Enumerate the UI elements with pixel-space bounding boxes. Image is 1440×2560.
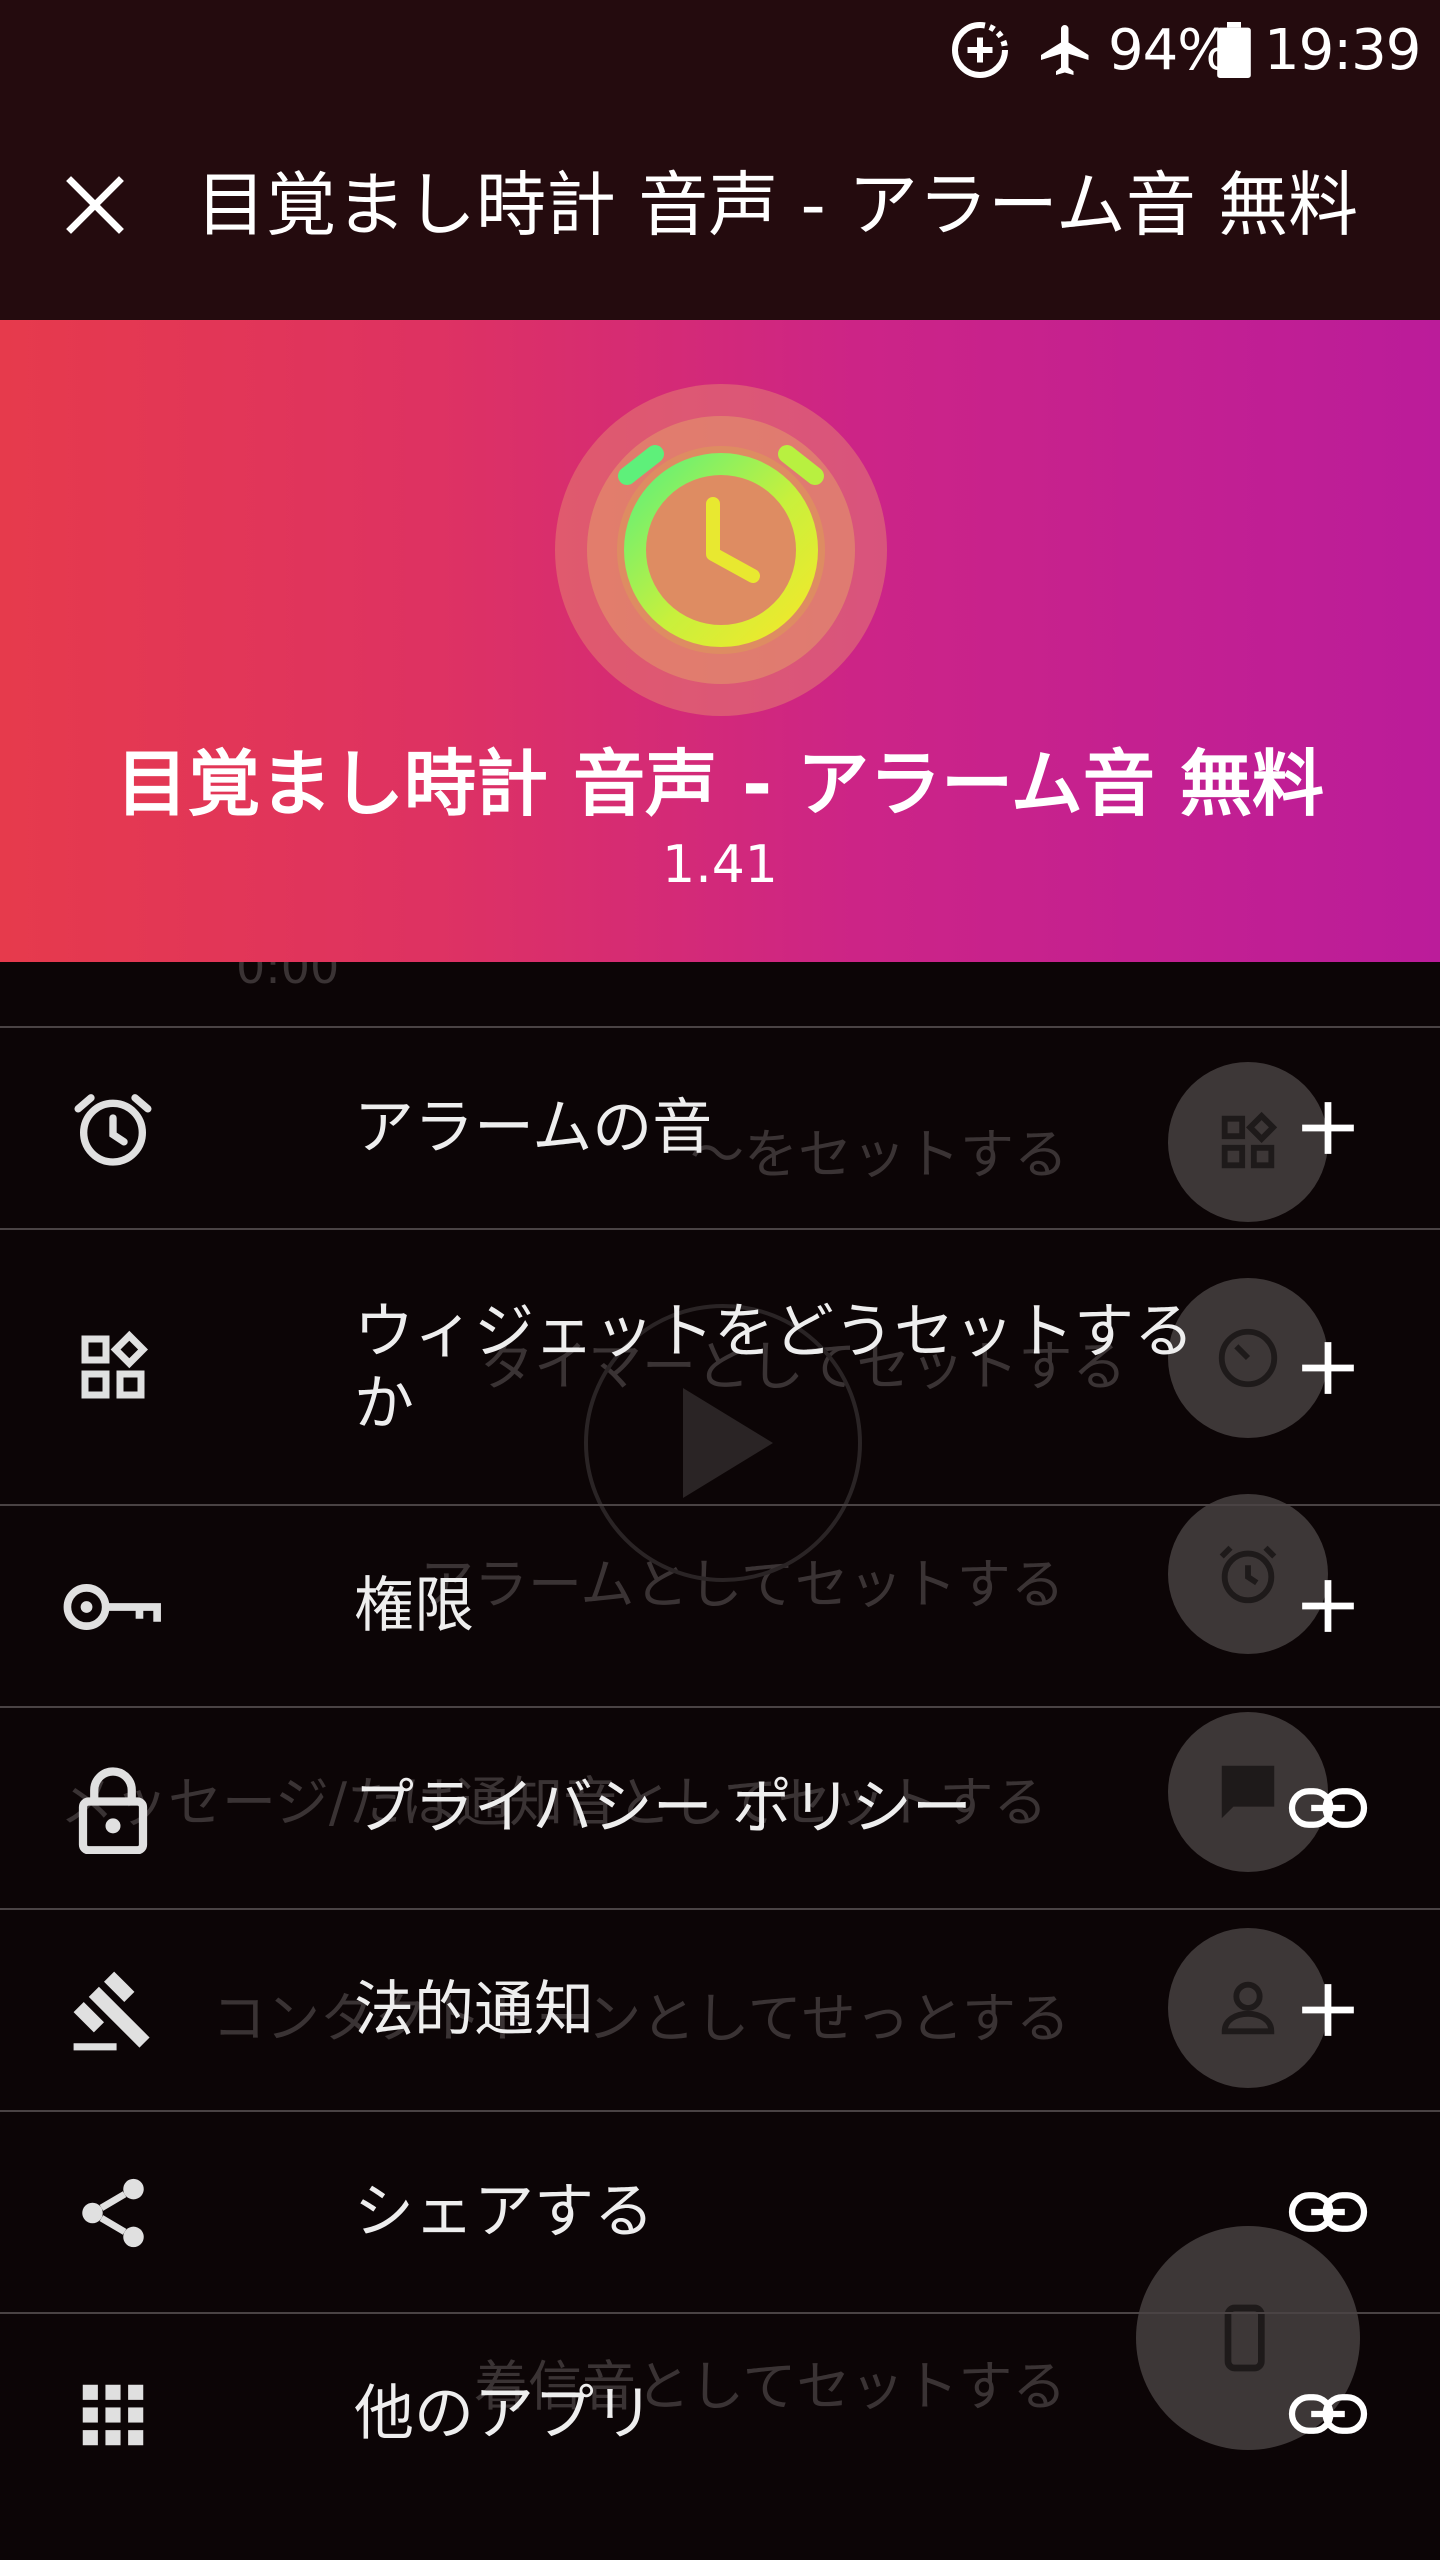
alarm-icon [58, 1074, 168, 1184]
airplane-mode-icon [1036, 18, 1096, 82]
drawer-header: 目覚まし時計 音声 - アラーム音 無料 1.41 [0, 320, 1440, 962]
close-icon [66, 176, 124, 234]
menu-item-label: 他のアプリ [354, 2379, 654, 2449]
clock: 19:39 [1264, 17, 1421, 83]
menu-item-label: ウィジェットをどうセットするか [354, 1297, 1194, 1439]
menu-item-label: シェアする [354, 2177, 654, 2247]
plus-icon[interactable] [1270, 1070, 1386, 1186]
drawer-app-name: 目覚まし時計 音声 - アラーム音 無料 [116, 742, 1324, 826]
app-bar-title: 目覚まし時計 音声 - アラーム音 無料 [196, 164, 1359, 246]
app-screen: 0:00 〜をセットする タイマーとしてセットする アラームとしてセットする メ… [0, 0, 1440, 2560]
share-icon [58, 2158, 168, 2268]
menu-item-permissions[interactable]: 権限 [0, 1506, 1440, 1708]
apps-grid-icon [58, 2360, 168, 2470]
menu-item-label: 法的通知 [354, 1975, 594, 2045]
menu-item-privacy-policy[interactable]: プライバシー ポリシー [0, 1708, 1440, 1910]
alarm-clock-logo-icon [555, 384, 887, 716]
menu-item-share[interactable]: シェアする [0, 2112, 1440, 2314]
link-icon[interactable] [1270, 2356, 1386, 2472]
menu-item-legal-notices[interactable]: 法的通知 [0, 1910, 1440, 2112]
menu-item-widget-setup[interactable]: ウィジェットをどうセットするか [0, 1230, 1440, 1506]
gavel-icon [58, 1956, 168, 2066]
plus-icon[interactable] [1270, 1952, 1386, 2068]
plus-icon[interactable] [1270, 1310, 1386, 1426]
battery-percent: 94% [1108, 17, 1230, 83]
link-icon[interactable] [1270, 2154, 1386, 2270]
app-bar: 目覚まし時計 音声 - アラーム音 無料 [0, 100, 1440, 320]
menu-item-label: プライバシー ポリシー [354, 1773, 972, 1843]
drawer-app-version: 1.41 [662, 835, 778, 895]
plus-icon[interactable] [1270, 1548, 1386, 1664]
status-bar: 94% 19:39 [0, 0, 1440, 100]
menu-item-alarm-sounds[interactable]: アラームの音 [0, 1028, 1440, 1230]
close-button[interactable] [40, 150, 150, 260]
key-icon [58, 1552, 168, 1662]
menu-item-label: アラームの音 [354, 1093, 713, 1163]
menu-item-more-apps[interactable]: 他のアプリ [0, 2314, 1440, 2516]
link-icon[interactable] [1270, 1750, 1386, 1866]
battery-icon [1216, 18, 1252, 82]
drawer-menu: アラームの音 ウィジェットをどうセットするか 権限 プライバシー ポリシー 法的… [0, 1026, 1440, 2516]
lock-icon [58, 1754, 168, 1864]
menu-item-label: 権限 [354, 1571, 474, 1641]
data-saver-icon [950, 18, 1010, 82]
widgets-icon [58, 1312, 168, 1422]
